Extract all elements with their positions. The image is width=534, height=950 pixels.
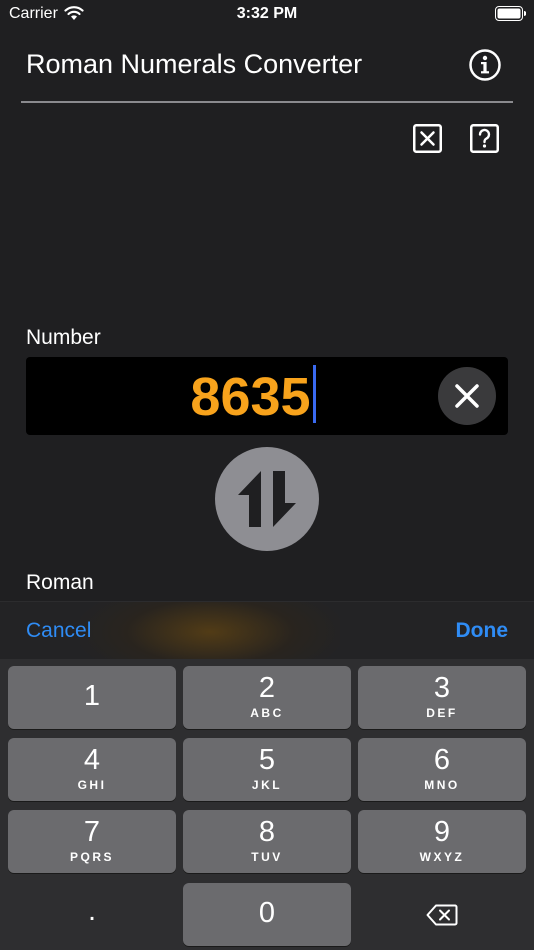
key-8[interactable]: 8 TUV [183,810,351,873]
key-letters: WXYZ [419,850,465,864]
key-decimal[interactable]: . [8,883,176,946]
swap-arrows-icon [238,471,296,527]
text-caret [312,365,316,423]
key-letters: MNO [424,778,460,792]
done-button[interactable]: Done [456,619,509,643]
info-icon[interactable] [468,48,502,82]
key-1[interactable]: 1 [8,666,176,729]
number-label: Number [26,326,101,349]
toolbar-glow [80,602,340,659]
key-letters: PQRS [69,850,114,864]
key-digit: 3 [433,672,451,704]
key-4[interactable]: 4 GHI [8,738,176,801]
delete-key[interactable] [358,883,526,946]
backspace-icon [426,904,458,925]
key-digit: 7 [83,816,101,848]
key-letters: ABC [250,706,284,720]
key-digit: 4 [83,744,101,776]
key-5[interactable]: 5 JKL [183,738,351,801]
key-3[interactable]: 3 DEF [358,666,526,729]
status-time: 3:32 PM [236,5,298,22]
number-value-display[interactable]: 8635 [26,365,480,428]
key-digit: 5 [258,744,276,776]
key-digit: 2 [258,672,276,704]
key-letters: GHI [77,778,107,792]
battery-icon [495,6,526,21]
status-bar: Carrier 3:32 PM [0,0,534,30]
key-digit: 6 [433,744,451,776]
clear-number-button[interactable] [438,367,496,425]
key-7[interactable]: 7 PQRS [8,810,176,873]
key-9[interactable]: 9 WXYZ [358,810,526,873]
key-letters: JKL [251,778,283,792]
help-icon[interactable] [470,124,499,153]
roman-label: Roman [26,571,94,594]
cancel-button[interactable]: Cancel [26,619,91,643]
key-digit: 0 [258,897,276,929]
key-0[interactable]: 0 [183,883,351,946]
key-letters: TUV [251,850,283,864]
keyboard-toolbar: Cancel Done [0,601,534,659]
number-value: 8635 [190,367,311,427]
swap-button[interactable] [215,447,319,551]
key-digit: 9 [433,816,451,848]
x-circle-icon [455,384,479,408]
number-input[interactable]: 8635 [26,357,508,435]
key-digit: 1 [83,680,101,712]
key-2[interactable]: 2 ABC [183,666,351,729]
key-6[interactable]: 6 MNO [358,738,526,801]
key-letters: DEF [426,706,458,720]
clear-all-icon[interactable] [413,124,442,153]
number-pad: 1 2 ABC 3 DEF 4 GHI 5 JKL 6 MNO 7 PQRS 8… [0,659,534,950]
key-digit: 8 [258,816,276,848]
header-divider [21,101,513,103]
page-title: Roman Numerals Converter [26,49,363,79]
